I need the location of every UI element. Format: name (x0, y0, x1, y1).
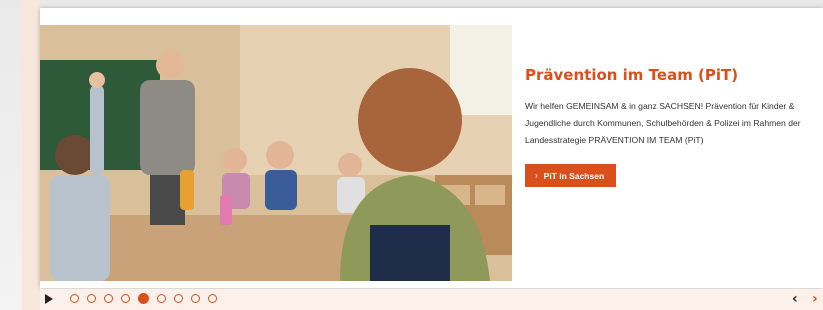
button-label: PiT in Sachsen (543, 170, 605, 181)
slide-pagination (70, 293, 217, 304)
pit-in-sachsen-button[interactable]: › PiT in Sachsen (525, 164, 617, 187)
next-slide-button[interactable]: › (812, 290, 818, 308)
slide-description: Wir helfen GEMEINSAM & in ganz SACHSEN! … (525, 101, 801, 145)
slide-title: Prävention im Team (PiT) (525, 66, 739, 84)
slide-dot-8[interactable] (191, 294, 200, 303)
slide-dot-6[interactable] (157, 294, 166, 303)
play-icon[interactable] (45, 294, 53, 304)
slide-content: Prävention im Team (PiT) Wir helfen GEME… (525, 66, 815, 187)
chevron-right-icon: › (535, 171, 538, 180)
slide-dot-3[interactable] (104, 294, 113, 303)
slide-image (40, 25, 512, 281)
page-frame: Prävention im Team (PiT) Wir helfen GEME… (0, 0, 823, 310)
left-side-strip (22, 0, 40, 310)
slide-dot-4[interactable] (121, 294, 130, 303)
slide-dot-9[interactable] (208, 294, 217, 303)
slide-dot-1[interactable] (70, 294, 79, 303)
hero-slider: Prävention im Team (PiT) Wir helfen GEME… (40, 8, 823, 288)
slide-dot-7[interactable] (174, 294, 183, 303)
slider-controls: ‹ › (40, 289, 823, 310)
prev-slide-button[interactable]: ‹ (792, 290, 798, 308)
slide-dot-2[interactable] (87, 294, 96, 303)
slide-dot-5-active[interactable] (138, 293, 149, 304)
